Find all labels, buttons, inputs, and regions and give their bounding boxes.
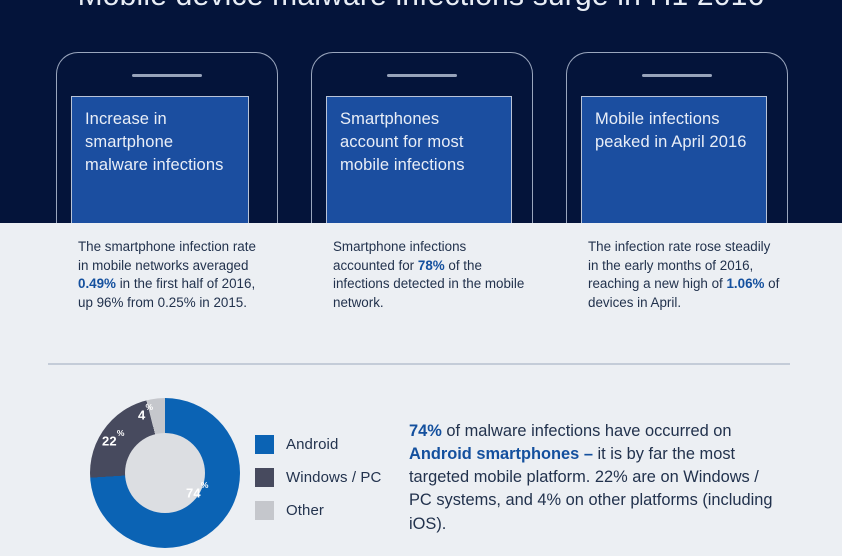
donut-note-mid: of malware infections have occurred on (441, 422, 732, 440)
donut-note-platform: Android smartphones – (409, 445, 593, 464)
legend-item-other: Other (255, 501, 381, 520)
stat-panel-1: Increase in smartphone malware infection… (71, 96, 249, 223)
legend-label-android: Android (286, 436, 339, 453)
blurb-3-highlight: 1.06% (726, 276, 765, 291)
phone-speaker-icon (642, 74, 712, 77)
blurb-1-pre: The smartphone infection rate in mobile … (78, 239, 256, 273)
stat-blurb-3: The infection rate rose steadily in the … (588, 238, 783, 312)
donut-label-android: 74% (186, 480, 209, 501)
legend-label-windows: Windows / PC (286, 469, 382, 486)
stat-panel-2: Smartphones account for most mobile infe… (326, 96, 512, 223)
blurb-2-highlight: 78% (417, 257, 445, 273)
stat-card-3: Mobile infections peaked in April 2016 1… (566, 52, 788, 223)
stat-card-3-heading: Mobile infections peaked in April 2016 (595, 110, 747, 151)
donut-label-other: 4% (138, 402, 154, 423)
donut-note-pct: 74% (409, 422, 442, 440)
stat-card-1-heading: Increase in smartphone malware infection… (85, 110, 224, 174)
stat-card-1: Increase in smartphone malware infection… (56, 52, 278, 223)
legend-item-android: Android (255, 435, 381, 454)
stat-card-2-heading: Smartphones account for most mobile infe… (340, 110, 465, 174)
phone-speaker-icon (387, 74, 457, 77)
stat-blurb-1: The smartphone infection rate in mobile … (78, 238, 268, 312)
legend-label-other: Other (286, 502, 325, 519)
stat-panel-3: Mobile infections peaked in April 2016 1… (581, 96, 767, 223)
donut-hole (125, 433, 205, 513)
phone-speaker-icon (132, 74, 202, 77)
hero-band: Mobile device malware infections surge i… (0, 0, 842, 223)
chart-legend: Android Windows / PC Other (255, 435, 382, 535)
legend-swatch-android (255, 435, 274, 454)
stat-card-2: Smartphones account for most mobile infe… (311, 52, 533, 223)
donut-label-windows: 22% (102, 428, 125, 449)
legend-item-windows: Windows / PC (255, 468, 382, 487)
legend-swatch-other (255, 501, 274, 520)
legend-swatch-windows (255, 468, 274, 487)
platform-donut-chart: 74% 22% 4% (90, 398, 240, 548)
blurb-1-highlight: 0.49% (78, 276, 116, 291)
section-divider (48, 363, 790, 365)
page-title: Mobile device malware infections surge i… (0, 0, 842, 13)
stat-blurb-2: Smartphone infections accounted for 78% … (333, 238, 528, 312)
donut-summary-text: 74% of malware infections have occurred … (409, 420, 775, 536)
